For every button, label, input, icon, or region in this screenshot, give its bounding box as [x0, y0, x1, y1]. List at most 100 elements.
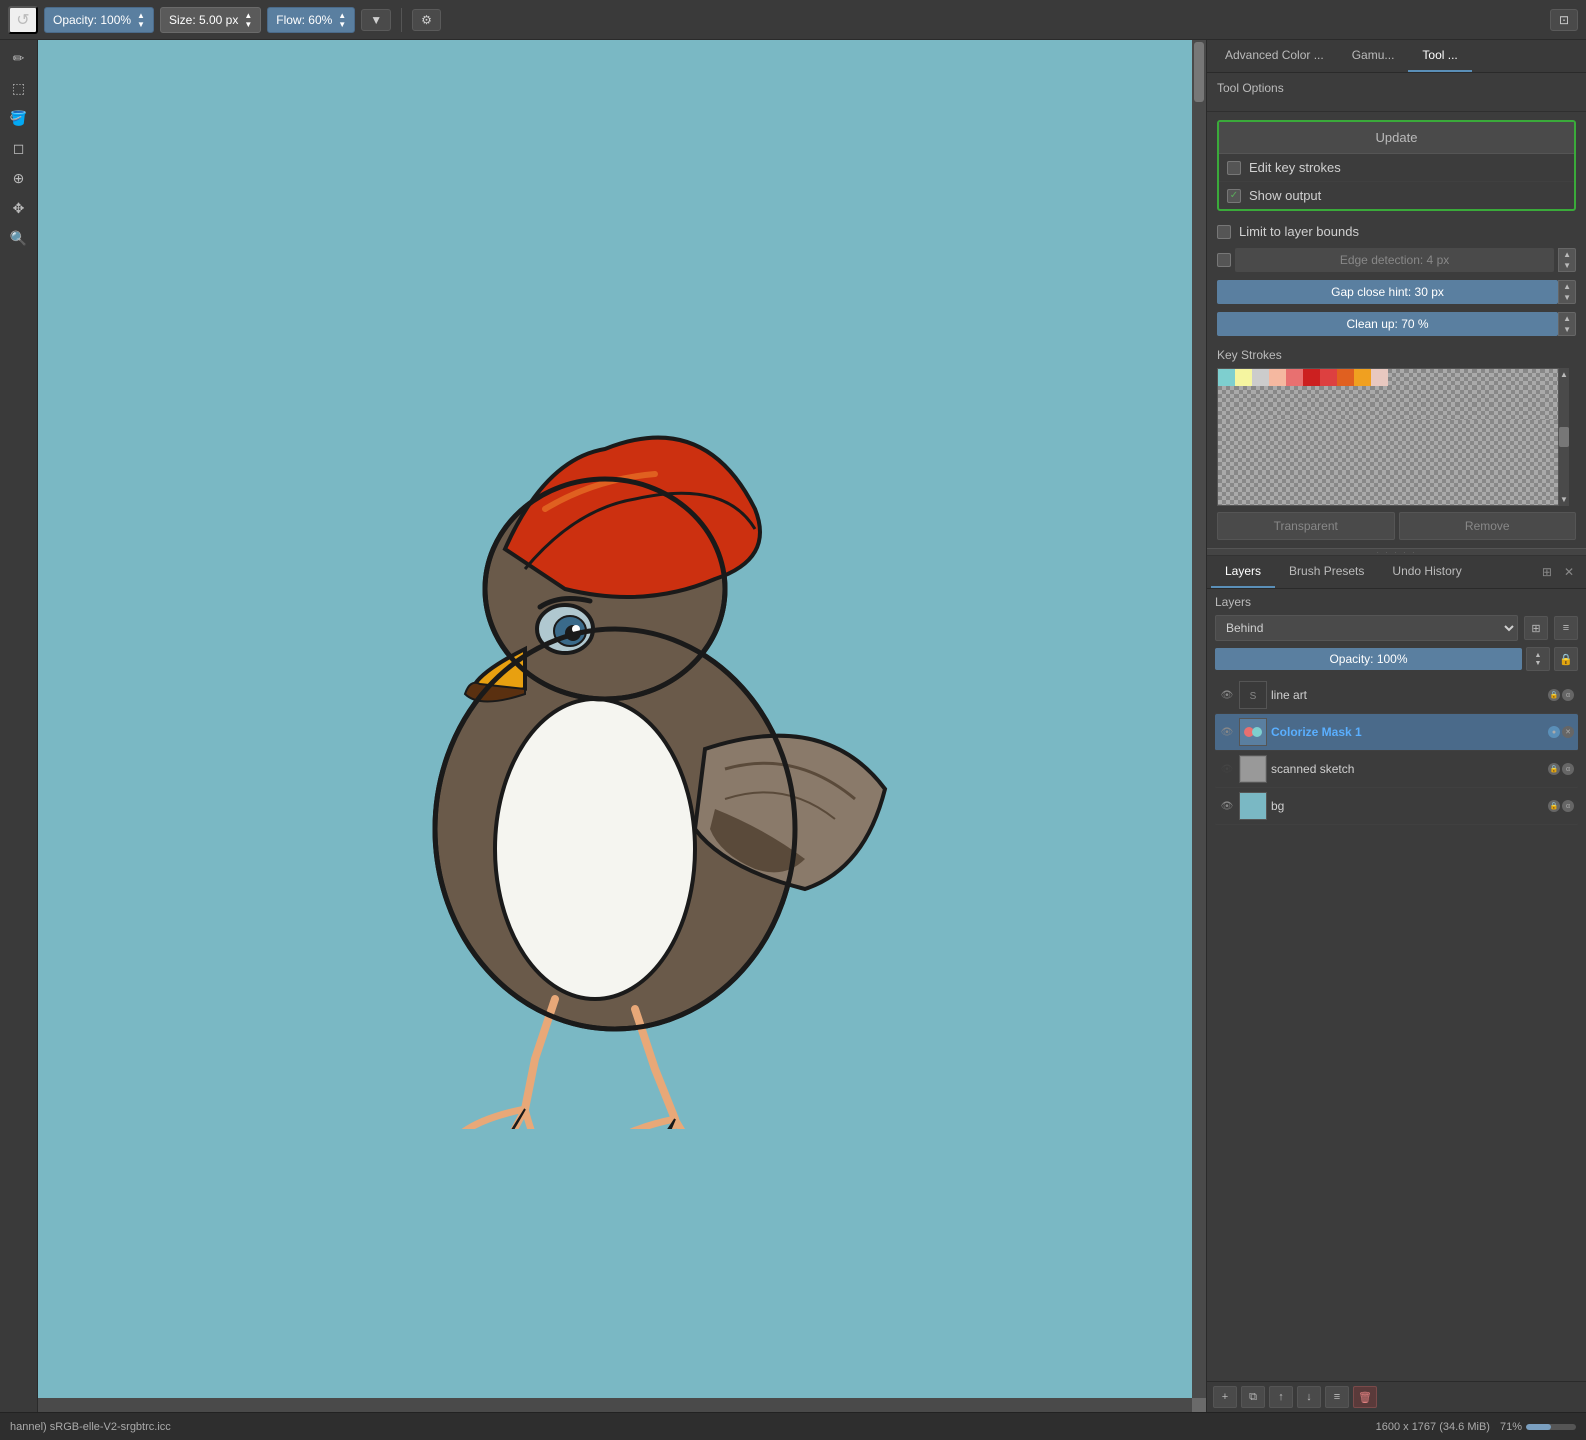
ps-r2-20[interactable] [1541, 386, 1558, 403]
ps-r3-18[interactable] [1507, 403, 1524, 420]
scroll-thumb-vertical[interactable] [1194, 42, 1204, 102]
tool-brush[interactable]: ✏ [4, 44, 34, 72]
palette-scrollbar[interactable]: ▲ ▼ [1559, 368, 1569, 506]
color-swatch-salmon[interactable] [1269, 369, 1286, 386]
ps-r2-6[interactable] [1303, 386, 1320, 403]
canvas-scrollbar-right[interactable] [1192, 40, 1206, 1398]
palette-scroll-thumb[interactable] [1559, 427, 1569, 447]
brush-options-btn[interactable]: ▼ [361, 9, 391, 31]
flow-arrows[interactable]: ▲▼ [338, 11, 346, 29]
color-swatch-peach[interactable] [1371, 369, 1388, 386]
clean-up-down[interactable]: ▼ [1559, 324, 1575, 335]
ps-r2-17[interactable] [1490, 386, 1507, 403]
ps-r3-1[interactable] [1218, 403, 1235, 420]
ps-r3-4[interactable] [1269, 403, 1286, 420]
ps-r4-c[interactable] [1218, 420, 1558, 437]
color-swatch-yellow[interactable] [1235, 369, 1252, 386]
ps-r3-3[interactable] [1252, 403, 1269, 420]
tab-undo-history[interactable]: Undo History [1378, 556, 1475, 588]
ps-r7-c[interactable] [1218, 471, 1558, 488]
color-swatch-trans-1[interactable] [1388, 369, 1405, 386]
ps-r2-10[interactable] [1371, 386, 1388, 403]
ps-r3-17[interactable] [1490, 403, 1507, 420]
flow-control[interactable]: Flow: 60% ▲▼ [267, 7, 355, 33]
color-swatch-darkred[interactable] [1320, 369, 1337, 386]
layer-delete-btn[interactable]: 🗑 [1353, 1386, 1377, 1408]
color-swatch-gray[interactable] [1252, 369, 1269, 386]
ps-r3-8[interactable] [1337, 403, 1354, 420]
tool-move[interactable]: ✥ [4, 194, 34, 222]
gap-close-arrows[interactable]: ▲ ▼ [1558, 280, 1576, 304]
bg-vis-icon[interactable]: 👁 [1219, 798, 1235, 814]
color-swatch-trans-9[interactable] [1524, 369, 1541, 386]
remove-button[interactable]: Remove [1399, 512, 1577, 540]
edge-detection-checkbox[interactable] [1217, 253, 1231, 267]
gap-close-slider[interactable]: Gap close hint: 30 px [1217, 280, 1558, 304]
layer-filter-btn[interactable]: ⊞ [1524, 616, 1548, 640]
ps-r3-14[interactable] [1439, 403, 1456, 420]
layer-merge-btn[interactable]: ≡ [1325, 1386, 1349, 1408]
size-arrows[interactable]: ▲▼ [244, 11, 252, 29]
ps-r2-2[interactable] [1235, 386, 1252, 403]
ps-r5-c[interactable] [1218, 437, 1558, 454]
ps-r3-9[interactable] [1354, 403, 1371, 420]
ps-r3-19[interactable] [1524, 403, 1541, 420]
scanned-vis-icon[interactable]: 👁 [1219, 761, 1235, 777]
ps-r3-15[interactable] [1456, 403, 1473, 420]
edge-detection-slider[interactable]: Edge detection: 4 px [1235, 248, 1554, 272]
ps-r2-13[interactable] [1422, 386, 1439, 403]
window-expand-btn[interactable]: ⊡ [1550, 9, 1578, 31]
tool-crop[interactable]: ⊕ [4, 164, 34, 192]
layer-item-colorize-mask[interactable]: 👁 Colorize Mask 1 ● ✕ [1215, 714, 1578, 751]
ps-r6-c[interactable] [1218, 454, 1558, 471]
show-output-checkbox[interactable]: ✓ [1227, 189, 1241, 203]
panel-divider[interactable]: · · · · · [1207, 548, 1586, 556]
update-button[interactable]: Update [1219, 122, 1574, 154]
color-swatch-trans-8[interactable] [1507, 369, 1524, 386]
color-swatch-trans-10[interactable] [1541, 369, 1558, 386]
ps-r2-18[interactable] [1507, 386, 1524, 403]
tool-eraser[interactable]: ◻ [4, 134, 34, 162]
edge-down-arrow[interactable]: ▼ [1559, 260, 1575, 271]
layer-duplicate-btn[interactable]: ⧉ [1241, 1386, 1265, 1408]
ps-r3-11[interactable] [1388, 403, 1405, 420]
ps-r3-5[interactable] [1286, 403, 1303, 420]
opacity-control[interactable]: Opacity: 100% ▲▼ [44, 7, 154, 33]
layer-mode-select[interactable]: Behind [1215, 615, 1518, 641]
tool-fill[interactable]: 🪣 [4, 104, 34, 132]
clean-up-up[interactable]: ▲ [1559, 313, 1575, 324]
clean-up-arrows[interactable]: ▲ ▼ [1558, 312, 1576, 336]
layers-settings-icon[interactable]: ⊞ [1538, 563, 1556, 581]
color-swatch-trans-4[interactable] [1439, 369, 1456, 386]
gap-close-up[interactable]: ▲ [1559, 281, 1575, 292]
layer-view-btn[interactable]: ≡ [1554, 616, 1578, 640]
ps-r2-19[interactable] [1524, 386, 1541, 403]
ps-r3-12[interactable] [1405, 403, 1422, 420]
tab-tool[interactable]: Tool ... [1408, 40, 1471, 72]
ps-r2-8[interactable] [1337, 386, 1354, 403]
tab-layers[interactable]: Layers [1211, 556, 1275, 588]
layer-move-down-btn[interactable]: ↓ [1297, 1386, 1321, 1408]
lock-icon[interactable]: 🔒 [1554, 647, 1578, 671]
edge-detection-arrows[interactable]: ▲ ▼ [1558, 248, 1576, 272]
ps-r2-4[interactable] [1269, 386, 1286, 403]
color-swatch-pink[interactable] [1286, 369, 1303, 386]
ps-r2-7[interactable] [1320, 386, 1337, 403]
clean-up-slider[interactable]: Clean up: 70 % [1217, 312, 1558, 336]
opacity-arrows[interactable]: ▲▼ [137, 11, 145, 29]
ps-r2-3[interactable] [1252, 386, 1269, 403]
canvas-area[interactable] [38, 40, 1206, 1412]
ps-r8-c[interactable] [1218, 488, 1558, 505]
ps-r3-6[interactable] [1303, 403, 1320, 420]
color-swatch-orange[interactable] [1337, 369, 1354, 386]
layers-opacity-slider[interactable]: Opacity: 100% [1215, 648, 1522, 670]
ps-r2-11[interactable] [1388, 386, 1405, 403]
tab-gamu[interactable]: Gamu... [1338, 40, 1409, 72]
extra-btn[interactable]: ⚙ [412, 9, 441, 31]
ps-r2-15[interactable] [1456, 386, 1473, 403]
ps-r2-9[interactable] [1354, 386, 1371, 403]
ps-r3-16[interactable] [1473, 403, 1490, 420]
color-swatch-trans-7[interactable] [1490, 369, 1507, 386]
opacity-arrows-btn[interactable]: ▲ ▼ [1526, 647, 1550, 671]
palette-scroll-down[interactable]: ▼ [1560, 495, 1568, 504]
